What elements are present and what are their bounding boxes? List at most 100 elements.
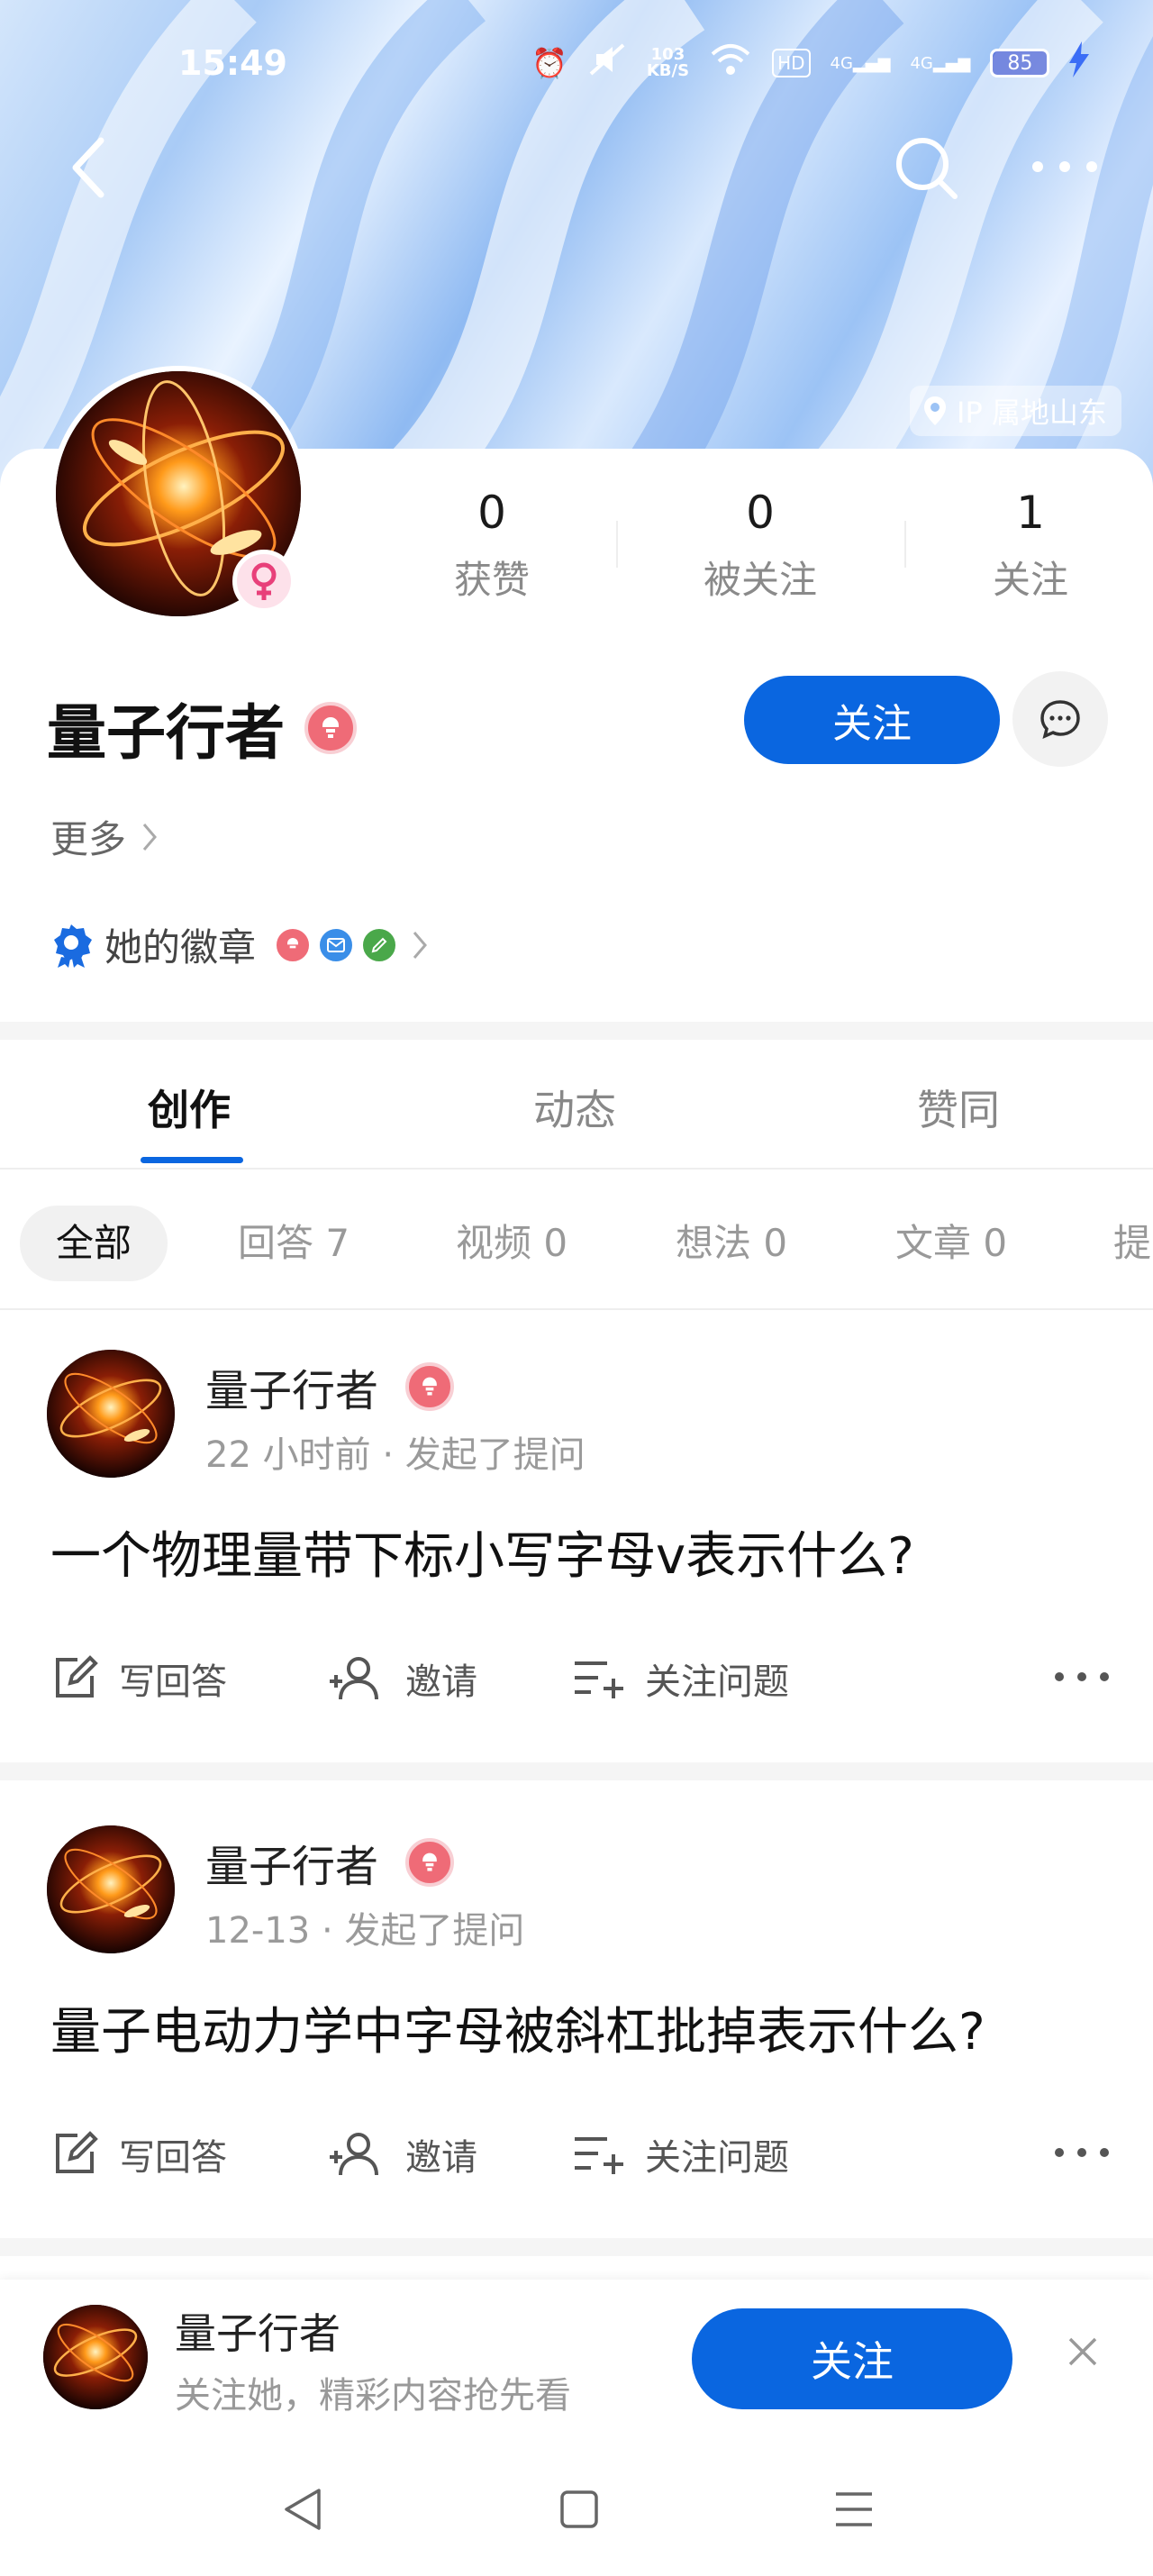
nav-back-triangle-icon[interactable] xyxy=(281,2485,324,2534)
stat-followers[interactable]: 0 被关注 xyxy=(688,487,832,605)
edit-icon xyxy=(56,1655,98,1698)
post-actions: 写回答 邀请 关注问题 xyxy=(50,1647,1113,1710)
stat-followers-value: 0 xyxy=(746,487,775,539)
ip-location-badge: IP 属地山东 xyxy=(910,386,1121,436)
more-options-icon[interactable] xyxy=(1050,2130,1113,2175)
content-tabs: 创作 动态 赞同 xyxy=(0,1038,1153,1170)
hd-icon: HD xyxy=(772,49,811,77)
add-user-icon xyxy=(330,1657,378,1700)
follow-question-label: 关注问题 xyxy=(645,2137,789,2179)
signal-2-icon: 4G▂▄▆ xyxy=(910,53,971,73)
list-item[interactable]: 量子行者 22 小时前 · 发起了提问 一个物理量带下标小写字母v表示什么? 写… xyxy=(0,1312,1153,1762)
profile-name: 量子行者 xyxy=(47,698,285,768)
stat-following-label: 关注 xyxy=(992,558,1068,602)
badges-list xyxy=(274,925,399,964)
follow-question-button[interactable]: 关注问题 xyxy=(571,2123,789,2186)
medal-icon xyxy=(54,924,92,968)
filter-answers[interactable]: 回答 7 xyxy=(238,1206,350,1281)
creator-badge-icon[interactable] xyxy=(304,702,357,754)
post-title[interactable]: 一个物理量带下标小写字母v表示什么? xyxy=(50,1516,914,1588)
tab-creations[interactable]: 创作 xyxy=(148,1078,231,1137)
follow-button[interactable]: 关注 xyxy=(744,676,1000,764)
edit-icon xyxy=(56,2131,98,2173)
post-author-avatar[interactable] xyxy=(47,1350,175,1478)
message-button[interactable] xyxy=(1012,671,1108,767)
more-options-icon[interactable] xyxy=(1027,153,1103,180)
list-add-icon xyxy=(575,2137,623,2174)
close-icon[interactable] xyxy=(1063,2332,1103,2371)
creator-badge-icon xyxy=(405,1362,455,1411)
system-navigation-bar xyxy=(0,2442,1153,2576)
post-author[interactable]: 量子行者 xyxy=(205,1355,455,1418)
battery-icon: 85 xyxy=(990,49,1050,77)
mute-icon xyxy=(587,41,627,85)
post-author-name: 量子行者 xyxy=(205,1366,379,1416)
signal-1-icon: 4G▂▄▆ xyxy=(830,53,891,73)
post-actions: 写回答 邀请 关注问题 xyxy=(50,2123,1113,2186)
stat-divider xyxy=(904,521,906,568)
profile-page: 15:49 ⏰ 103 KB/S HD 4G▂▄▆ 4G▂▄▆ 85 IP 属地… xyxy=(0,0,1153,2576)
follow-prompt-name: 量子行者 xyxy=(175,2309,340,2358)
status-icons: ⏰ 103 KB/S HD 4G▂▄▆ 4G▂▄▆ 85 xyxy=(531,41,1090,85)
section-divider xyxy=(0,1762,1153,1780)
invite-button[interactable]: 邀请 xyxy=(328,1647,477,1710)
post-meta: 22 小时前 · 发起了提问 xyxy=(205,1434,586,1476)
pencil-badge-icon xyxy=(360,925,399,964)
follow-prompt-subtitle: 关注她，精彩内容抢先看 xyxy=(175,2375,571,2417)
invite-button[interactable]: 邀请 xyxy=(328,2123,477,2186)
status-bar: 15:49 ⏰ 103 KB/S HD 4G▂▄▆ 4G▂▄▆ 85 xyxy=(0,36,1153,99)
avatar[interactable] xyxy=(43,2305,148,2409)
write-answer-button[interactable]: 写回答 xyxy=(50,2123,227,2186)
chevron-right-icon xyxy=(413,931,427,959)
nav-menu-icon[interactable] xyxy=(832,2485,876,2534)
active-tab-indicator xyxy=(141,1157,243,1163)
write-answer-button[interactable]: 写回答 xyxy=(50,1647,227,1710)
sim1-label: 4G xyxy=(830,53,853,73)
post-author-name: 量子行者 xyxy=(205,1842,379,1892)
badges-link[interactable]: 她的徽章 xyxy=(50,917,429,972)
post-meta: 12-13 · 发起了提问 xyxy=(205,1910,525,1952)
sim2-label: 4G xyxy=(910,53,933,73)
follow-prompt-button[interactable]: 关注 xyxy=(692,2308,1012,2409)
chevron-right-icon xyxy=(142,823,157,851)
battery-level: 85 xyxy=(1007,51,1033,75)
stat-followers-label: 被关注 xyxy=(703,558,817,602)
write-answer-label: 写回答 xyxy=(119,2137,227,2179)
tab-upvotes[interactable]: 赞同 xyxy=(917,1078,1000,1137)
post-title[interactable]: 量子电动力学中字母被斜杠批掉表示什么? xyxy=(50,1991,985,2064)
back-icon[interactable] xyxy=(63,133,117,202)
stat-likes[interactable]: 0 获赞 xyxy=(420,487,564,605)
stat-following[interactable]: 1 关注 xyxy=(958,487,1103,605)
ip-location-text: IP 属地山东 xyxy=(957,396,1107,430)
filter-questions[interactable]: 提 xyxy=(1113,1206,1151,1281)
stat-likes-value: 0 xyxy=(477,487,506,539)
more-info-label: 更多 xyxy=(50,817,127,861)
write-answer-label: 写回答 xyxy=(119,1661,227,1703)
tab-activity[interactable]: 动态 xyxy=(533,1078,616,1137)
follow-question-button[interactable]: 关注问题 xyxy=(571,1647,789,1710)
post-author-avatar[interactable] xyxy=(47,1825,175,1953)
list-add-icon xyxy=(575,1661,623,1698)
follow-question-label: 关注问题 xyxy=(645,1661,789,1703)
filter-articles[interactable]: 文章 0 xyxy=(895,1206,1007,1281)
post-author[interactable]: 量子行者 xyxy=(205,1831,455,1894)
mail-badge-icon xyxy=(317,925,356,964)
nav-home-square-icon[interactable] xyxy=(558,2485,600,2534)
status-time: 15:49 xyxy=(178,43,287,83)
creator-badge-icon xyxy=(274,925,313,964)
more-info-link[interactable]: 更多 xyxy=(50,809,159,864)
follow-prompt-bar: 量子行者 关注她，精彩内容抢先看 关注 xyxy=(0,2280,1153,2442)
profile-name-row: 量子行者 xyxy=(47,685,357,771)
more-options-icon[interactable] xyxy=(1050,1654,1113,1699)
net-speed: 103 KB/S xyxy=(647,47,689,79)
stat-divider xyxy=(616,521,618,568)
section-divider xyxy=(0,2238,1153,2256)
charging-icon xyxy=(1069,41,1090,85)
filter-videos[interactable]: 视频 0 xyxy=(456,1206,567,1281)
stat-likes-label: 获赞 xyxy=(453,558,530,602)
search-icon[interactable] xyxy=(892,133,960,202)
filter-all[interactable]: 全部 xyxy=(20,1206,168,1281)
net-speed-unit: KB/S xyxy=(646,61,690,80)
filter-thoughts[interactable]: 想法 0 xyxy=(676,1206,787,1281)
list-item[interactable]: 量子行者 12-13 · 发起了提问 量子电动力学中字母被斜杠批掉表示什么? 写… xyxy=(0,1788,1153,2238)
